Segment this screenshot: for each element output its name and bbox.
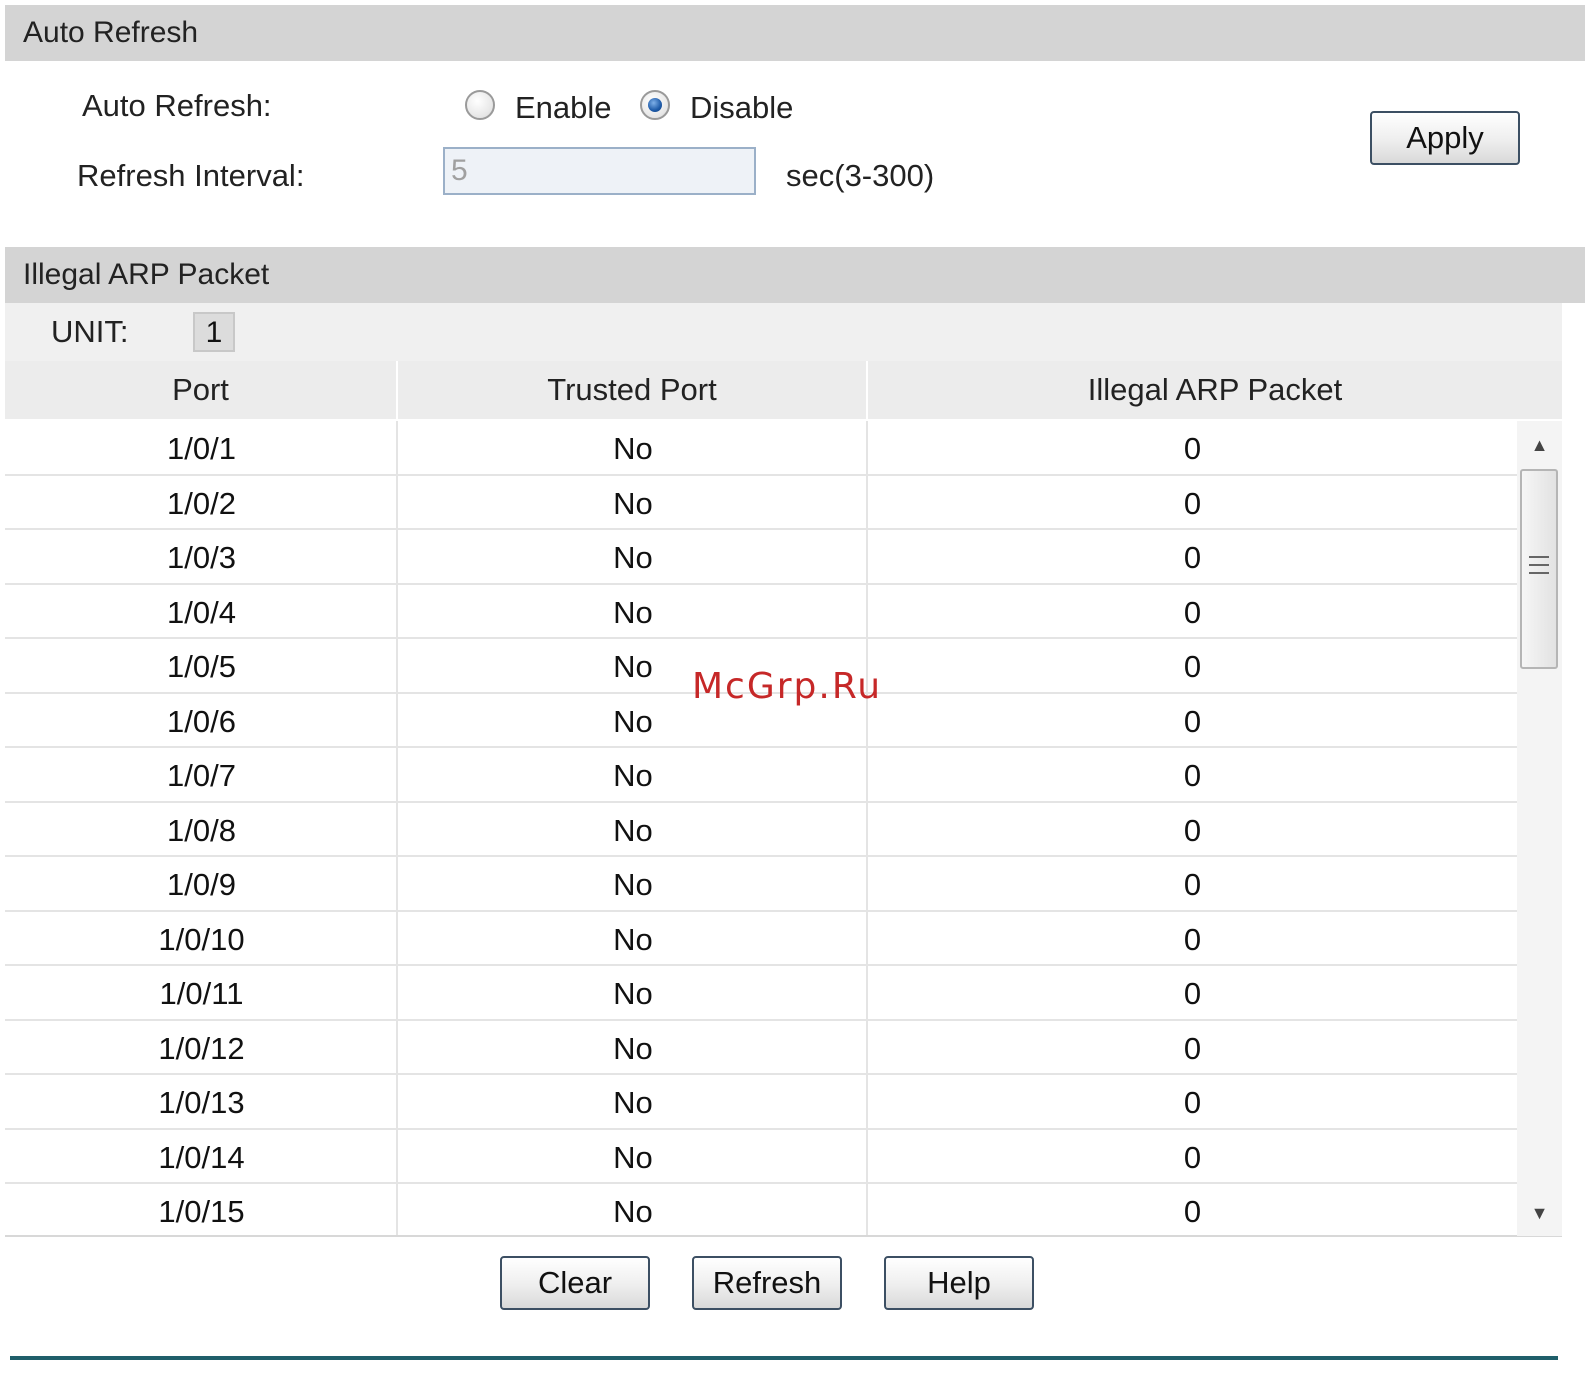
illegal-arp-count-cell: 0: [1183, 1085, 1202, 1120]
auto-refresh-label: Auto Refresh:: [82, 88, 272, 123]
table-row: 1/0/13 No 0: [5, 1075, 1517, 1130]
port-table-body: 1/0/1 No 0 1/0/2 No 0 1/0/3 No 0 1/0/4 No 0 1/0/5 No 0…: [5, 421, 1517, 1236]
port-cell: 1/0/4: [167, 594, 236, 630]
port-cell: 1/0/7: [167, 758, 236, 793]
grip-icon: [1529, 556, 1549, 580]
illegal-arp-count-cell: 0: [1183, 431, 1202, 466]
disable-label[interactable]: Disable: [690, 90, 793, 126]
table-row: 1/0/15 No 0: [5, 1184, 1517, 1236]
illegal-arp-count-cell: 0: [1183, 1030, 1202, 1066]
scroll-up-arrow-icon[interactable]: ▲: [1517, 425, 1562, 465]
illegal-arp-count-cell: 0: [1183, 1194, 1202, 1229]
help-button[interactable]: Help: [884, 1256, 1034, 1310]
port-cell: 1/0/8: [167, 812, 236, 848]
trusted-port-cell: No: [613, 485, 653, 521]
clear-button[interactable]: Clear: [500, 1256, 650, 1310]
refresh-interval-input[interactable]: [443, 147, 756, 195]
table-row: 1/0/14 No 0: [5, 1130, 1517, 1184]
enable-label[interactable]: Enable: [515, 90, 612, 126]
table-row: 1/0/4 No 0: [5, 585, 1517, 639]
port-cell: 1/0/5: [167, 649, 236, 684]
watermark-text: McGrp.Ru: [692, 666, 883, 707]
port-cell: 1/0/2: [167, 485, 236, 521]
column-header-illegal-arp-packet: Illegal ARP Packet: [868, 361, 1562, 419]
trusted-port-cell: No: [613, 431, 653, 466]
illegal-arp-count-cell: 0: [1183, 703, 1202, 739]
trusted-port-cell: No: [613, 976, 653, 1011]
illegal-arp-count-cell: 0: [1183, 1139, 1202, 1175]
unit-bar: [5, 303, 1562, 361]
table-scrollbar[interactable]: ▲ ▼: [1517, 421, 1562, 1236]
scroll-thumb[interactable]: [1520, 469, 1558, 669]
illegal-arp-count-cell: 0: [1183, 649, 1202, 684]
port-cell: 1/0/1: [167, 431, 236, 466]
trusted-port-cell: No: [613, 594, 653, 630]
trusted-port-cell: No: [613, 758, 653, 793]
trusted-port-cell: No: [613, 540, 653, 575]
unit-label: UNIT:: [51, 314, 129, 349]
table-row: 1/0/11 No 0: [5, 966, 1517, 1021]
column-divider: [866, 421, 868, 1236]
refresh-interval-label: Refresh Interval:: [77, 158, 305, 193]
trusted-port-cell: No: [613, 1194, 653, 1229]
table-row: 1/0/9 No 0: [5, 857, 1517, 912]
table-row: 1/0/2 No 0: [5, 476, 1517, 530]
port-cell: 1/0/6: [167, 703, 236, 739]
table-row: 1/0/3 No 0: [5, 530, 1517, 585]
trusted-port-cell: No: [613, 1085, 653, 1120]
table-row: 1/0/10 No 0: [5, 912, 1517, 966]
illegal-arp-count-cell: 0: [1183, 812, 1202, 848]
illegal-arp-count-cell: 0: [1183, 976, 1202, 1011]
port-cell: 1/0/15: [158, 1194, 245, 1229]
table-row: 1/0/8 No 0: [5, 803, 1517, 857]
apply-button[interactable]: Apply: [1370, 111, 1520, 165]
table-row: 1/0/12 No 0: [5, 1021, 1517, 1075]
auto-refresh-section-title: Auto Refresh: [5, 5, 1585, 61]
port-cell: 1/0/10: [158, 921, 245, 957]
illegal-arp-count-cell: 0: [1183, 485, 1202, 521]
port-cell: 1/0/12: [158, 1030, 245, 1066]
trusted-port-cell: No: [613, 867, 653, 902]
enable-radio[interactable]: [465, 90, 495, 120]
illegal-arp-count-cell: 0: [1183, 867, 1202, 902]
trusted-port-cell: No: [613, 1030, 653, 1066]
illegal-arp-count-cell: 0: [1183, 921, 1202, 957]
illegal-arp-count-cell: 0: [1183, 594, 1202, 630]
trusted-port-cell: No: [613, 812, 653, 848]
footer-divider: [10, 1356, 1558, 1360]
table-row: 1/0/1 No 0: [5, 421, 1517, 476]
illegal-arp-section-title: Illegal ARP Packet: [5, 247, 1585, 303]
refresh-button[interactable]: Refresh: [692, 1256, 842, 1310]
column-header-trusted-port: Trusted Port: [398, 361, 866, 419]
port-cell: 1/0/13: [158, 1085, 245, 1120]
table-row: 1/0/7 No 0: [5, 748, 1517, 803]
disable-radio[interactable]: [640, 90, 670, 120]
illegal-arp-count-cell: 0: [1183, 758, 1202, 793]
trusted-port-cell: No: [613, 1139, 653, 1175]
column-divider: [396, 421, 398, 1236]
port-cell: 1/0/9: [167, 867, 236, 902]
column-header-port: Port: [5, 361, 396, 419]
trusted-port-cell: No: [613, 921, 653, 957]
unit-selector-1[interactable]: 1: [193, 312, 235, 352]
illegal-arp-count-cell: 0: [1183, 540, 1202, 575]
port-cell: 1/0/14: [158, 1139, 245, 1175]
refresh-interval-hint: sec(3-300): [786, 158, 935, 193]
port-cell: 1/0/11: [159, 976, 244, 1011]
scroll-down-arrow-icon[interactable]: ▼: [1517, 1193, 1562, 1233]
port-cell: 1/0/3: [167, 540, 236, 575]
